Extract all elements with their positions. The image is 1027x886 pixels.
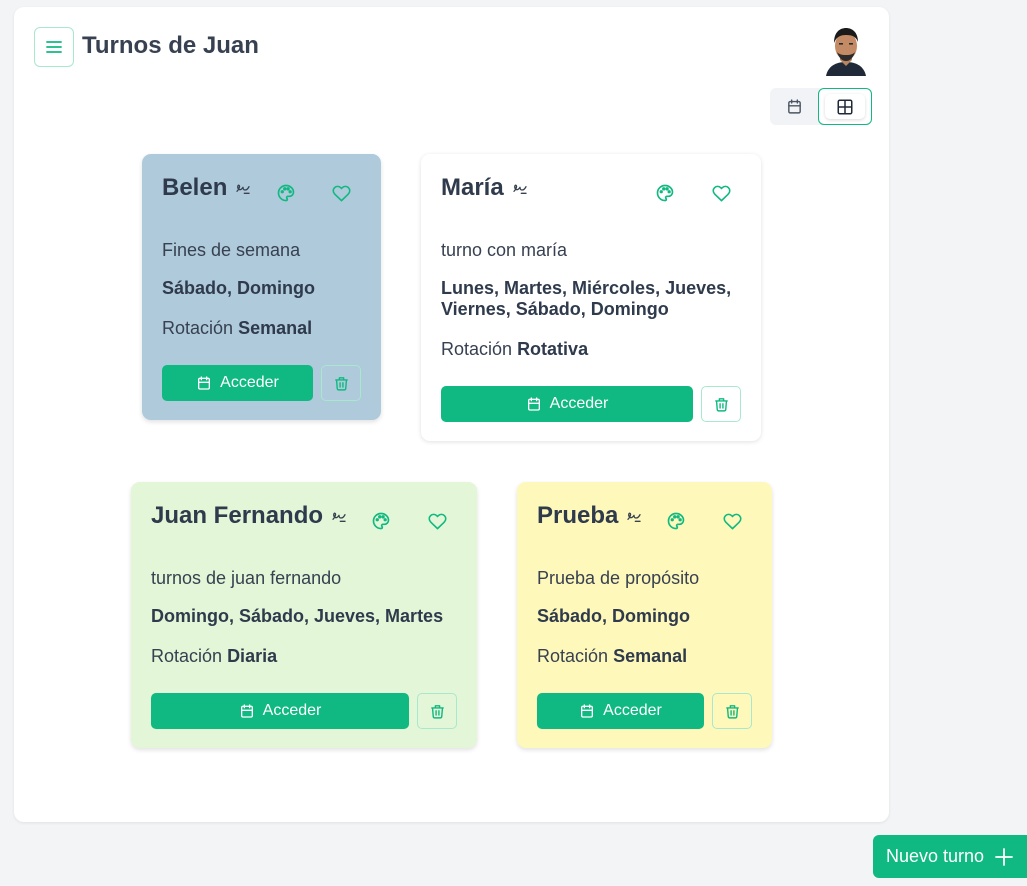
card-title-text: Belen [162,174,228,201]
card-title: Juan Fernando [151,502,347,530]
card-days: Sábado, Domingo [537,606,690,626]
card-days: Lunes, Martes, Miércoles, Jueves, Vierne… [441,278,732,319]
card-title-text: María [441,174,504,201]
card-title: Belen [162,174,251,202]
card-title: Prueba [537,502,642,530]
card-rotation: Rotación Semanal [162,318,313,338]
card-description: Prueba de propósito [537,568,700,588]
grid-icon [837,99,853,114]
delete-button[interactable] [417,693,457,729]
palette-icon[interactable] [665,510,687,532]
access-button[interactable]: Acceder [537,693,704,729]
card-rotation: Rotación Semanal [537,646,688,666]
heart-icon[interactable] [721,510,743,532]
trash-icon [333,375,350,392]
signature-icon [331,508,347,524]
card-title-text: Juan Fernando [151,502,324,529]
signature-icon [626,508,642,524]
heart-icon[interactable] [330,182,352,204]
heart-icon[interactable] [426,510,448,532]
card-days: Sábado, Domingo [162,278,315,298]
delete-button[interactable] [712,693,752,729]
calendar-icon [196,375,212,391]
access-button[interactable]: Acceder [151,693,409,729]
card-title: María [441,174,528,202]
calendar-icon [579,703,595,719]
signature-icon [512,180,528,196]
new-turno-button[interactable]: Nuevo turno [873,835,1027,878]
trash-icon [724,703,741,720]
grid-view-button[interactable] [818,88,872,125]
new-turno-label: Nuevo turno [885,846,985,866]
palette-icon[interactable] [370,510,392,532]
access-button[interactable]: Acceder [162,365,313,401]
calendar-icon [786,98,803,115]
turno-card: María turno con maría Lunes, Martes, Mié… [421,154,761,441]
trash-icon [713,396,730,413]
heart-icon[interactable] [710,182,732,204]
calendar-view-button[interactable] [770,88,819,125]
card-title-text: Prueba [537,502,619,529]
delete-button[interactable] [701,386,741,422]
turno-card: Juan Fernando turnos de juan fernando Do… [131,482,477,748]
signature-icon [235,180,251,196]
trash-icon [429,703,446,720]
turno-card: Belen Fines de semana Sábado, Domingo Ro… [142,154,381,420]
card-description: turno con maría [441,240,568,260]
delete-button[interactable] [321,365,361,401]
palette-icon[interactable] [275,182,297,204]
card-days: Domingo, Sábado, Jueves, Martes [151,606,444,626]
calendar-icon [239,703,255,719]
card-rotation: Rotación Diaria [151,646,278,666]
card-description: turnos de juan fernando [151,568,342,588]
main-panel: Turnos de Juan Belen Fines de semana Sáb… [14,7,889,822]
turno-card: Prueba Prueba de propósito Sábado, Domin… [517,482,772,748]
palette-icon[interactable] [654,182,676,204]
page-title: Turnos de Juan [82,32,259,59]
hamburger-menu-icon [46,41,62,53]
menu-button[interactable] [34,27,74,67]
card-rotation: Rotación Rotativa [441,339,589,359]
user-avatar[interactable] [822,24,870,76]
card-description: Fines de semana [162,240,301,260]
view-toggle [770,88,872,125]
grid-view-indicator [825,94,865,119]
calendar-icon [526,396,542,412]
plus-icon [995,847,1013,866]
access-button[interactable]: Acceder [441,386,693,422]
